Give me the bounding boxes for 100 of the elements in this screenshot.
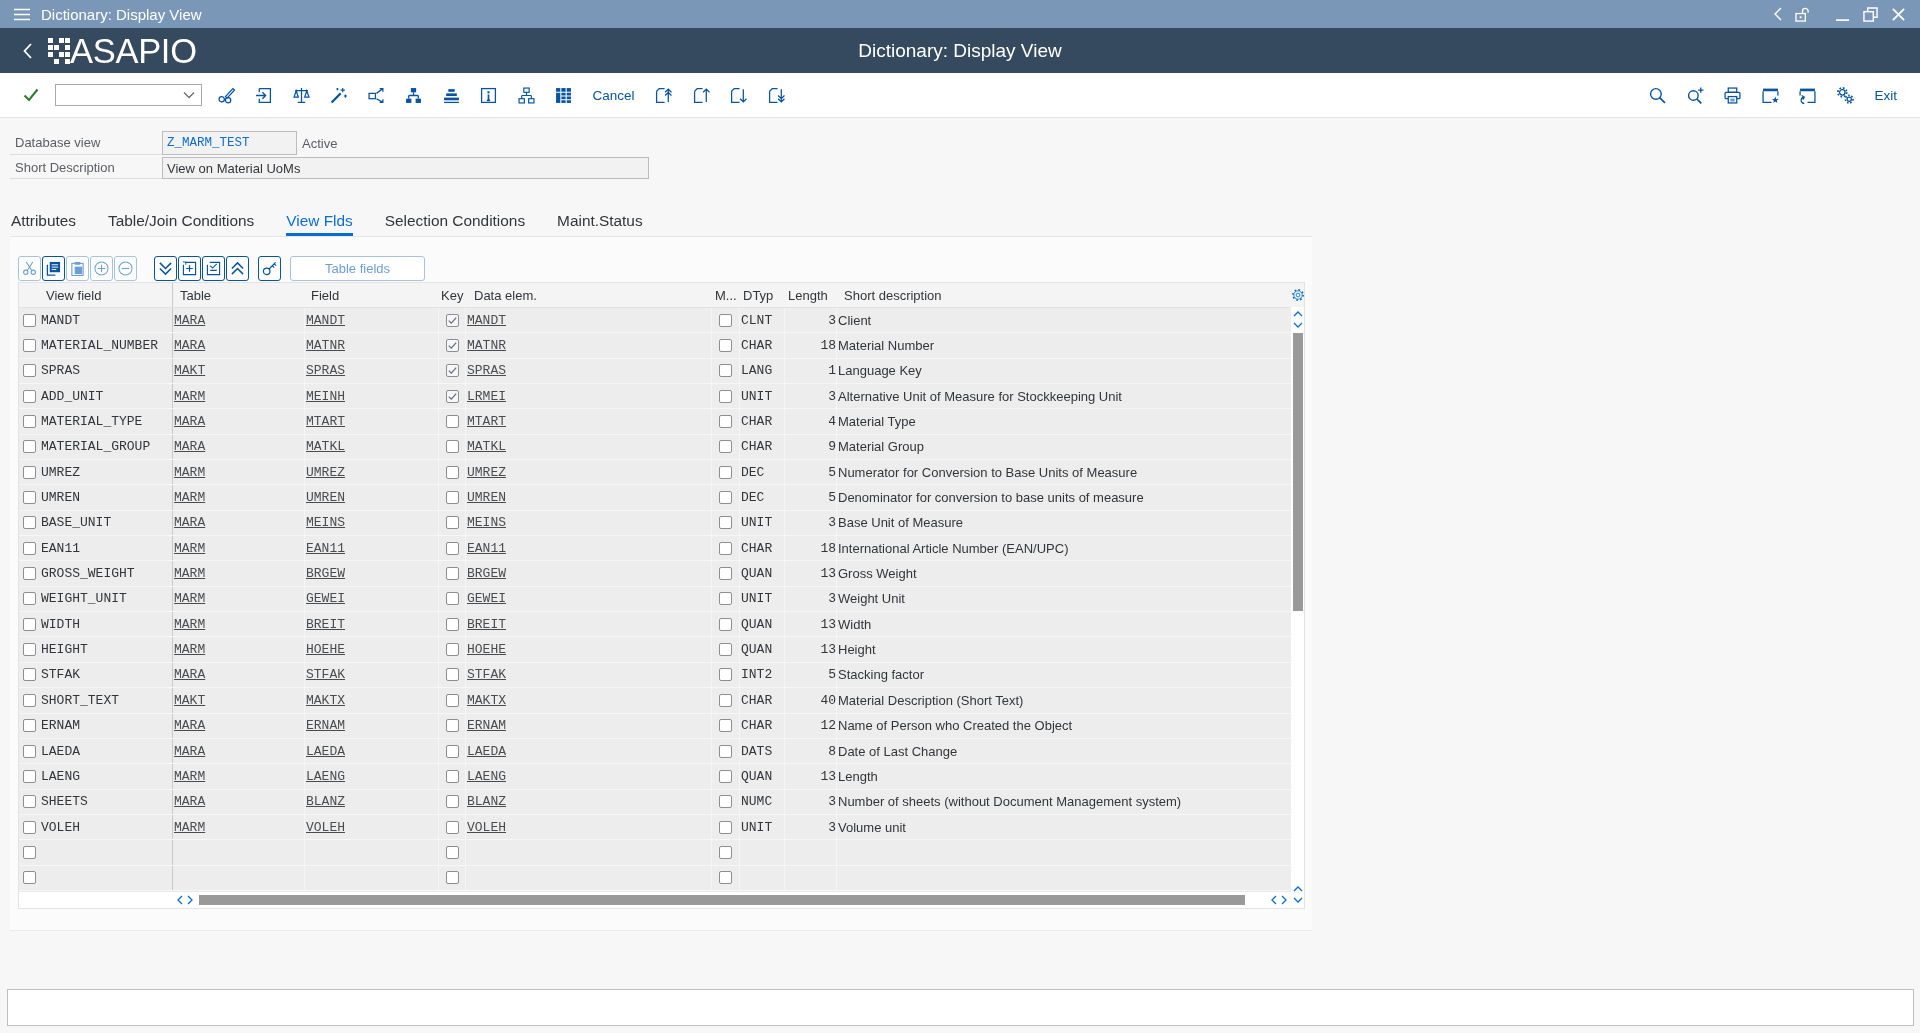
row-select-checkbox[interactable] xyxy=(23,769,36,783)
field-name-link[interactable]: MEINS xyxy=(306,515,345,531)
hierarchy-icon[interactable] xyxy=(405,86,422,104)
field-name-link[interactable]: MTART xyxy=(306,414,345,430)
key-checkbox[interactable] xyxy=(445,693,459,707)
chevron-down-icon[interactable] xyxy=(1292,896,1303,903)
key-checkbox[interactable] xyxy=(445,617,459,631)
table-name-link[interactable]: MARM xyxy=(174,540,206,556)
data-element-link[interactable]: MATKL xyxy=(467,439,506,455)
row-select-checkbox[interactable] xyxy=(23,567,36,581)
key-checkbox[interactable] xyxy=(445,541,459,555)
table-name-link[interactable]: MARA xyxy=(174,743,206,759)
checkbox[interactable] xyxy=(719,845,732,859)
gears-icon[interactable] xyxy=(1837,86,1854,104)
window-arrow-icon[interactable] xyxy=(1799,86,1817,104)
table-name-link[interactable]: MARM xyxy=(174,819,206,835)
data-element-link[interactable]: BLANZ xyxy=(467,794,506,810)
toolbar-button[interactable] xyxy=(42,256,65,281)
exit-button[interactable]: Exit xyxy=(1874,87,1897,103)
checkbox[interactable] xyxy=(719,795,732,809)
checkbox[interactable] xyxy=(719,643,732,657)
data-element-link[interactable]: LRMEI xyxy=(467,388,506,404)
back-icon[interactable] xyxy=(23,42,32,59)
unlocked-padlock-icon[interactable] xyxy=(1795,6,1810,22)
key-checkbox[interactable] xyxy=(445,364,459,378)
box-arrow-icon[interactable] xyxy=(255,86,272,104)
checkbox[interactable] xyxy=(719,769,732,783)
table-name-link[interactable]: MARM xyxy=(174,591,206,607)
key-checkbox[interactable] xyxy=(445,516,459,530)
tab[interactable]: Selection Conditions xyxy=(384,208,526,236)
checkbox[interactable] xyxy=(719,744,732,758)
page-down-icon[interactable] xyxy=(730,86,748,104)
data-element-link[interactable]: UMREZ xyxy=(467,464,506,480)
chevron-right-icon[interactable] xyxy=(187,894,193,905)
field-name-link[interactable]: HOEHE xyxy=(306,642,345,658)
data-element-link[interactable]: EAN11 xyxy=(467,540,506,556)
tab[interactable]: Table/Join Conditions xyxy=(108,208,255,236)
search-icon[interactable] xyxy=(1649,86,1667,104)
key-checkbox[interactable] xyxy=(445,871,459,885)
row-select-checkbox[interactable] xyxy=(23,592,36,606)
field-name-link[interactable]: BRGEW xyxy=(306,566,345,582)
data-element-link[interactable]: BREIT xyxy=(467,616,506,632)
field-name-link[interactable]: LAEDA xyxy=(306,743,345,759)
field-name-link[interactable]: MANDT xyxy=(306,312,345,328)
data-element-link[interactable]: LAENG xyxy=(467,768,506,784)
row-select-checkbox[interactable] xyxy=(23,744,36,758)
stacked-bars-icon[interactable] xyxy=(442,86,460,104)
key-checkbox[interactable] xyxy=(445,744,459,758)
key-checkbox[interactable] xyxy=(445,592,459,606)
data-element-link[interactable]: ERNAM xyxy=(467,718,506,734)
table-name-link[interactable]: MARA xyxy=(174,414,206,430)
table-name-link[interactable]: MARA xyxy=(174,794,206,810)
table-name-link[interactable]: MARA xyxy=(174,312,206,328)
input-field[interactable]: Z_MARM_TEST xyxy=(162,131,297,155)
cancel-button[interactable]: Cancel xyxy=(592,87,635,103)
page-double-down-icon[interactable] xyxy=(767,86,785,104)
data-element-link[interactable]: MATNR xyxy=(467,338,506,353)
table-name-link[interactable]: MARM xyxy=(174,768,206,784)
table-name-link[interactable]: MARA xyxy=(174,439,206,455)
key-checkbox[interactable] xyxy=(445,769,459,783)
row-select-checkbox[interactable] xyxy=(23,516,36,530)
row-select-checkbox[interactable] xyxy=(23,617,36,631)
command-field[interactable] xyxy=(55,84,202,106)
chevron-up-icon[interactable] xyxy=(1292,885,1303,892)
checkbox[interactable] xyxy=(719,389,732,403)
key-checkbox[interactable] xyxy=(445,845,459,859)
hierarchy-outline-icon[interactable] xyxy=(517,86,535,104)
row-select-checkbox[interactable] xyxy=(23,719,36,733)
info-icon[interactable] xyxy=(480,86,497,104)
vertical-scrollbar[interactable] xyxy=(1291,307,1304,908)
checkbox[interactable] xyxy=(719,465,732,479)
printer-icon[interactable] xyxy=(1724,86,1742,104)
tab[interactable]: Maint.Status xyxy=(557,208,643,236)
field-name-link[interactable]: ERNAM xyxy=(306,718,345,734)
row-select-checkbox[interactable] xyxy=(23,440,36,454)
row-select-checkbox[interactable] xyxy=(23,643,36,657)
checkbox[interactable] xyxy=(719,719,732,733)
key-checkbox[interactable] xyxy=(445,389,459,403)
key-checkbox[interactable] xyxy=(445,313,459,327)
checkbox[interactable] xyxy=(719,415,732,429)
chevron-down-icon[interactable] xyxy=(1292,322,1303,328)
key-checkbox[interactable] xyxy=(445,643,459,657)
tab[interactable]: Attributes xyxy=(11,208,76,236)
row-select-checkbox[interactable] xyxy=(23,845,36,859)
checkbox[interactable] xyxy=(719,491,732,505)
close-icon[interactable] xyxy=(1891,6,1906,22)
field-name-link[interactable]: GEWEI xyxy=(306,591,345,607)
field-name-link[interactable]: VOLEH xyxy=(306,819,345,835)
magic-wand-icon[interactable] xyxy=(330,86,347,104)
data-element-link[interactable]: HOEHE xyxy=(467,642,506,658)
row-select-checkbox[interactable] xyxy=(23,668,36,682)
row-select-checkbox[interactable] xyxy=(23,415,36,429)
table-name-link[interactable]: MARM xyxy=(174,566,206,582)
row-select-checkbox[interactable] xyxy=(23,541,36,555)
row-select-checkbox[interactable] xyxy=(23,389,36,403)
table-name-link[interactable]: MARA xyxy=(174,515,206,531)
toolbar-button[interactable] xyxy=(226,256,249,281)
restore-icon[interactable] xyxy=(1863,6,1878,22)
key-checkbox[interactable] xyxy=(445,491,459,505)
checkbox[interactable] xyxy=(719,592,732,606)
